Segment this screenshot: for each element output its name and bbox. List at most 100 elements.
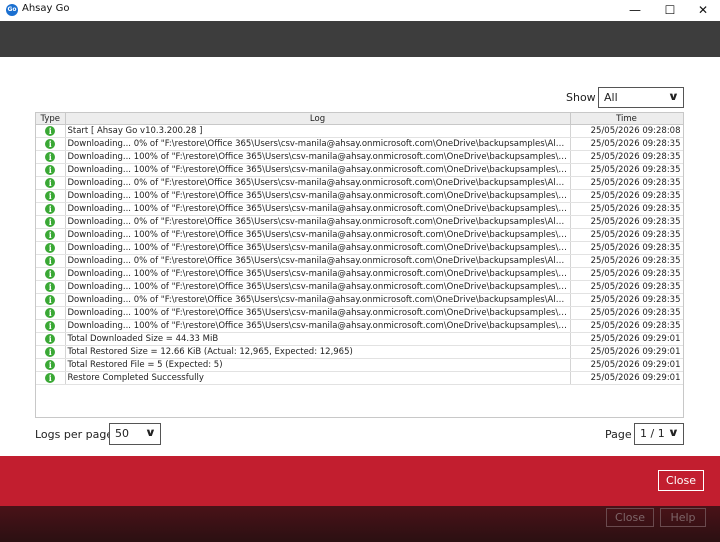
chevron-down-icon: ∨ [144, 426, 157, 439]
info-icon: i [45, 190, 56, 201]
log-message-cell: Downloading... 100% of "F:\restore\Offic… [65, 163, 571, 177]
log-message-cell: Downloading... 100% of "F:\restore\Offic… [65, 267, 571, 281]
log-type-cell: i [36, 163, 66, 177]
info-icon: i [45, 372, 56, 383]
log-type-cell: i [36, 319, 66, 333]
log-row[interactable]: i Downloading... 100% of "F:\restore\Offi… [36, 280, 683, 294]
info-icon: i [45, 203, 56, 214]
log-row[interactable]: i Total Restored Size = 12.66 KiB (Actual… [36, 345, 683, 359]
log-message-cell: Total Restored File = 5 (Expected: 5) [65, 358, 571, 372]
log-message-cell: Downloading... 100% of "F:\restore\Offic… [65, 150, 571, 164]
log-time-cell: 25/05/2026 09:28:35 [570, 137, 683, 151]
log-row[interactable]: i Downloading... 100% of "F:\restore\Offi… [36, 241, 683, 255]
log-row[interactable]: i Total Restored File = 5 (Expected: 5) 25… [36, 358, 683, 372]
log-row[interactable]: i Total Downloaded Size = 44.33 MiB 25/05/… [36, 332, 683, 346]
log-time-cell: 25/05/2026 09:28:35 [570, 228, 683, 242]
info-icon: i [45, 125, 56, 136]
log-time-cell: 25/05/2026 09:29:01 [570, 358, 683, 372]
log-column-header[interactable]: Log [65, 113, 571, 125]
background-help-button: Help [660, 508, 706, 527]
log-time-cell: 25/05/2026 09:28:35 [570, 163, 683, 177]
log-type-cell: i [36, 306, 66, 320]
info-icon: i [45, 138, 56, 149]
log-message-cell: Total Downloaded Size = 44.33 MiB [65, 332, 571, 346]
log-time-cell: 25/05/2026 09:28:35 [570, 176, 683, 190]
log-message-cell: Downloading... 100% of "F:\restore\Offic… [65, 306, 571, 320]
info-icon: i [45, 229, 56, 240]
log-row[interactable]: i Downloading... 0% of "F:\restore\Office… [36, 137, 683, 151]
log-type-cell: i [36, 228, 66, 242]
type-column-header[interactable]: Type [36, 113, 66, 125]
log-message-cell: Downloading... 100% of "F:\restore\Offic… [65, 280, 571, 294]
log-row[interactable]: i Downloading... 100% of "F:\restore\Offi… [36, 267, 683, 281]
log-row[interactable]: i Restore Completed Successfully 25/05/202… [36, 371, 683, 385]
log-type-cell: i [36, 150, 66, 164]
table-header-row: Type Log Time [36, 113, 683, 125]
log-row[interactable]: i Downloading... 100% of "F:\restore\Offi… [36, 228, 683, 242]
title-bar: Go Ahsay Go — ☐ ✕ [0, 0, 720, 21]
log-type-cell: i [36, 332, 66, 346]
log-row[interactable]: i Downloading... 0% of "F:\restore\Office… [36, 176, 683, 190]
time-column-header[interactable]: Time [570, 113, 683, 125]
log-row[interactable]: i Downloading... 0% of "F:\restore\Office… [36, 254, 683, 268]
log-message-cell: Downloading... 100% of "F:\restore\Offic… [65, 228, 571, 242]
log-type-cell: i [36, 215, 66, 229]
header-band [0, 21, 720, 57]
info-icon: i [45, 294, 56, 305]
show-filter-label: Show [566, 91, 596, 104]
log-row[interactable]: i Downloading... 100% of "F:\restore\Offi… [36, 163, 683, 177]
log-type-cell: i [36, 371, 66, 385]
logs-per-page-label: Logs per page [35, 428, 114, 441]
log-type-cell: i [36, 345, 66, 359]
log-table-container[interactable]: Type Log Time i Start [ Ahsay Go v10.3.20… [35, 112, 684, 418]
show-filter-select[interactable]: All ∨ [598, 87, 684, 108]
log-table: Type Log Time i Start [ Ahsay Go v10.3.20… [36, 113, 683, 385]
log-time-cell: 25/05/2026 09:28:35 [570, 280, 683, 294]
log-message-cell: Downloading... 0% of "F:\restore\Office … [65, 137, 571, 151]
maximize-button[interactable]: ☐ [653, 0, 687, 21]
log-row[interactable]: i Downloading... 100% of "F:\restore\Offi… [36, 189, 683, 203]
window-close-button[interactable]: ✕ [686, 0, 720, 21]
log-message-cell: Downloading... 0% of "F:\restore\Office … [65, 254, 571, 268]
log-time-cell: 25/05/2026 09:28:35 [570, 293, 683, 307]
logs-per-page-value: 50 [115, 427, 129, 440]
log-time-cell: 25/05/2026 09:28:35 [570, 189, 683, 203]
logs-per-page-select[interactable]: 50 ∨ [109, 423, 161, 445]
log-message-cell: Downloading... 0% of "F:\restore\Office … [65, 176, 571, 190]
info-icon: i [45, 216, 56, 227]
app-logo-icon: Go [6, 4, 18, 16]
log-row[interactable]: i Downloading... 100% of "F:\restore\Offi… [36, 306, 683, 320]
log-type-cell: i [36, 124, 66, 138]
log-row[interactable]: i Downloading... 0% of "F:\restore\Office… [36, 215, 683, 229]
log-time-cell: 25/05/2026 09:28:35 [570, 202, 683, 216]
log-type-cell: i [36, 280, 66, 294]
page-select[interactable]: 1 / 1 ∨ [634, 423, 684, 445]
info-icon: i [45, 359, 56, 370]
log-type-cell: i [36, 267, 66, 281]
log-row[interactable]: i Downloading... 100% of "F:\restore\Offi… [36, 319, 683, 333]
info-icon: i [45, 281, 56, 292]
log-type-cell: i [36, 254, 66, 268]
log-message-cell: Downloading... 100% of "F:\restore\Offic… [65, 241, 571, 255]
log-row[interactable]: i Downloading... 100% of "F:\restore\Offi… [36, 150, 683, 164]
log-type-cell: i [36, 189, 66, 203]
log-type-cell: i [36, 176, 66, 190]
log-row[interactable]: i Downloading... 0% of "F:\restore\Office… [36, 293, 683, 307]
log-row[interactable]: i Start [ Ahsay Go v10.3.200.28 ] 25/05/20… [36, 124, 683, 138]
log-time-cell: 25/05/2026 09:28:35 [570, 254, 683, 268]
log-row[interactable]: i Downloading... 100% of "F:\restore\Offi… [36, 202, 683, 216]
info-icon: i [45, 346, 56, 357]
log-message-cell: Downloading... 100% of "F:\restore\Offic… [65, 202, 571, 216]
info-icon: i [45, 242, 56, 253]
info-icon: i [45, 268, 56, 279]
log-time-cell: 25/05/2026 09:28:35 [570, 215, 683, 229]
log-message-cell: Downloading... 0% of "F:\restore\Office … [65, 293, 571, 307]
log-time-cell: 25/05/2026 09:28:35 [570, 306, 683, 320]
minimize-button[interactable]: — [618, 0, 652, 21]
log-message-cell: Downloading... 0% of "F:\restore\Office … [65, 215, 571, 229]
page-value: 1 / 1 [640, 427, 665, 440]
log-time-cell: 25/05/2026 09:28:35 [570, 319, 683, 333]
log-message-cell: Restore Completed Successfully [65, 371, 571, 385]
close-button[interactable]: Close [658, 470, 704, 491]
info-icon: i [45, 320, 56, 331]
